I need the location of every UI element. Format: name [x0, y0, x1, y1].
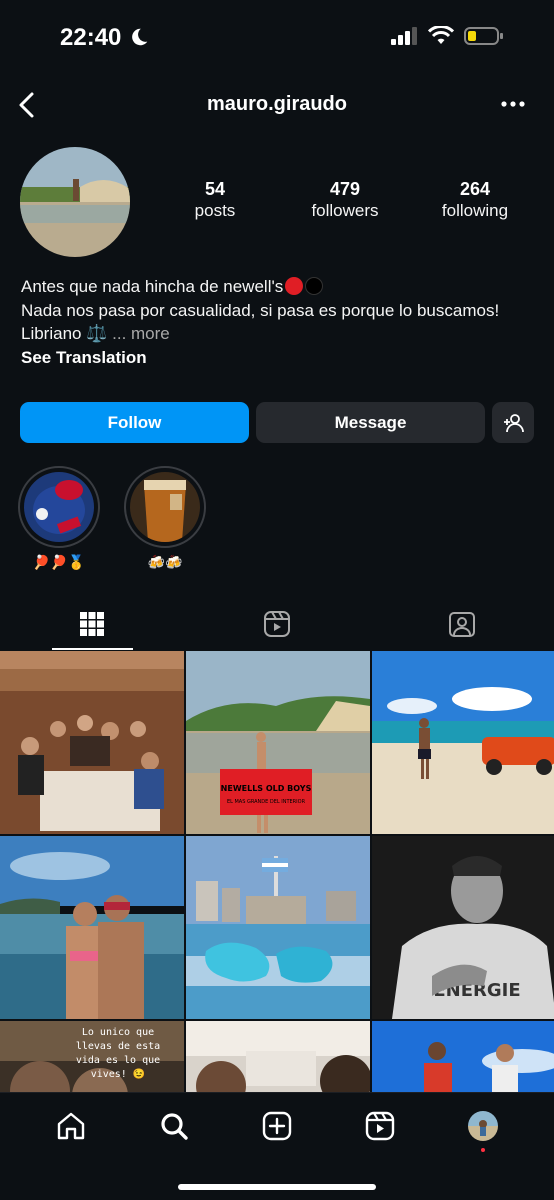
svg-text:NEWELLS OLD BOYS: NEWELLS OLD BOYS — [221, 784, 312, 793]
svg-text:vives! 😉: vives! 😉 — [91, 1068, 146, 1080]
suggested-accounts-button[interactable] — [492, 402, 534, 443]
moon-icon — [132, 28, 148, 46]
post-thumbnail[interactable]: NEWELLS OLD BOYS EL MAS GRANDE DEL INTER… — [186, 651, 370, 834]
black-circle-icon — [305, 277, 324, 295]
tab-tagged[interactable] — [369, 598, 554, 650]
profile-actions: Follow Message — [20, 402, 534, 444]
stat-posts-count: 54 — [204, 179, 226, 199]
svg-text:Lo unico que: Lo unico que — [82, 1027, 154, 1038]
post-thumbnail[interactable] — [0, 651, 184, 834]
bio-line-3: Libriano ⚖️ — [21, 324, 108, 343]
post-thumbnail[interactable]: ENERGIE — [372, 836, 554, 1019]
tagged-user-icon — [448, 612, 475, 637]
post-thumbnail[interactable] — [372, 651, 554, 834]
nav-profile[interactable] — [463, 1106, 503, 1152]
stat-following-count: 264 — [459, 179, 491, 199]
highlight-ring — [18, 466, 100, 548]
story-highlights: 🏓🏓🥇 🍻🍻 — [18, 466, 206, 571]
see-translation-link[interactable]: See Translation — [21, 346, 531, 370]
svg-text:vida es lo que: vida es lo que — [76, 1055, 160, 1066]
cellular-signal-icon — [391, 27, 417, 45]
stat-following[interactable]: 264 following — [410, 178, 540, 222]
highlight-label: 🍻🍻 — [147, 554, 183, 570]
highlight-ring — [124, 466, 206, 548]
nav-create[interactable] — [257, 1106, 297, 1146]
profile-tabs — [0, 598, 554, 650]
reels-icon — [365, 1111, 394, 1141]
post-thumbnail[interactable] — [0, 836, 184, 1019]
notification-dot — [480, 1148, 485, 1152]
search-icon — [161, 1113, 188, 1140]
profile-bio: Antes que nada hincha de newell's Nada n… — [21, 275, 531, 369]
profile-avatar[interactable] — [20, 147, 130, 257]
reels-icon — [264, 611, 290, 637]
battery-low-icon — [464, 27, 503, 45]
message-button[interactable]: Message — [256, 402, 485, 443]
nav-reels[interactable] — [360, 1106, 400, 1146]
nav-home[interactable] — [51, 1106, 91, 1146]
highlight-item[interactable]: 🍻🍻 — [124, 466, 206, 571]
grid-icon — [80, 612, 105, 636]
stat-followers[interactable]: 479 followers — [280, 178, 410, 222]
status-time: 22:40 — [60, 24, 122, 51]
stat-following-label: following — [441, 201, 509, 220]
profile-avatar-small — [467, 1111, 498, 1141]
wifi-icon — [428, 26, 454, 44]
tab-reels[interactable] — [185, 598, 370, 650]
bio-line-1: Antes que nada hincha de newell's — [21, 277, 284, 296]
nav-search[interactable] — [154, 1106, 194, 1146]
tab-posts-grid[interactable] — [0, 598, 185, 650]
post-thumbnail[interactable] — [186, 836, 370, 1019]
stat-posts: 54 posts — [150, 178, 280, 222]
top-nav: mauro.giraudo — [0, 80, 554, 130]
stat-followers-label: followers — [311, 201, 379, 220]
bio-more-link[interactable]: ... more — [112, 324, 170, 343]
red-circle-icon — [285, 277, 304, 295]
bio-line-2: Nada nos pasa por casualidad, si pasa es… — [21, 300, 500, 320]
add-user-icon — [504, 413, 524, 432]
svg-text:llevas de esta: llevas de esta — [76, 1041, 160, 1052]
highlight-item[interactable]: 🏓🏓🥇 — [18, 466, 100, 571]
bottom-nav — [0, 1092, 554, 1200]
profile-username: mauro.giraudo — [206, 93, 347, 115]
home-icon — [58, 1112, 85, 1140]
profile-stats: 54 posts 479 followers 264 following — [150, 178, 540, 222]
svg-text:EL MAS GRANDE DEL INTERIOR: EL MAS GRANDE DEL INTERIOR — [227, 799, 306, 805]
more-options-icon[interactable] — [500, 94, 526, 114]
stat-posts-label: posts — [194, 201, 236, 220]
plus-square-icon — [262, 1111, 292, 1141]
stat-followers-count: 479 — [329, 179, 361, 199]
follow-button[interactable]: Follow — [20, 402, 249, 443]
home-indicator — [178, 1184, 376, 1190]
highlight-label: 🏓🏓🥇 — [32, 554, 86, 570]
status-bar: 22:40 — [0, 0, 554, 78]
